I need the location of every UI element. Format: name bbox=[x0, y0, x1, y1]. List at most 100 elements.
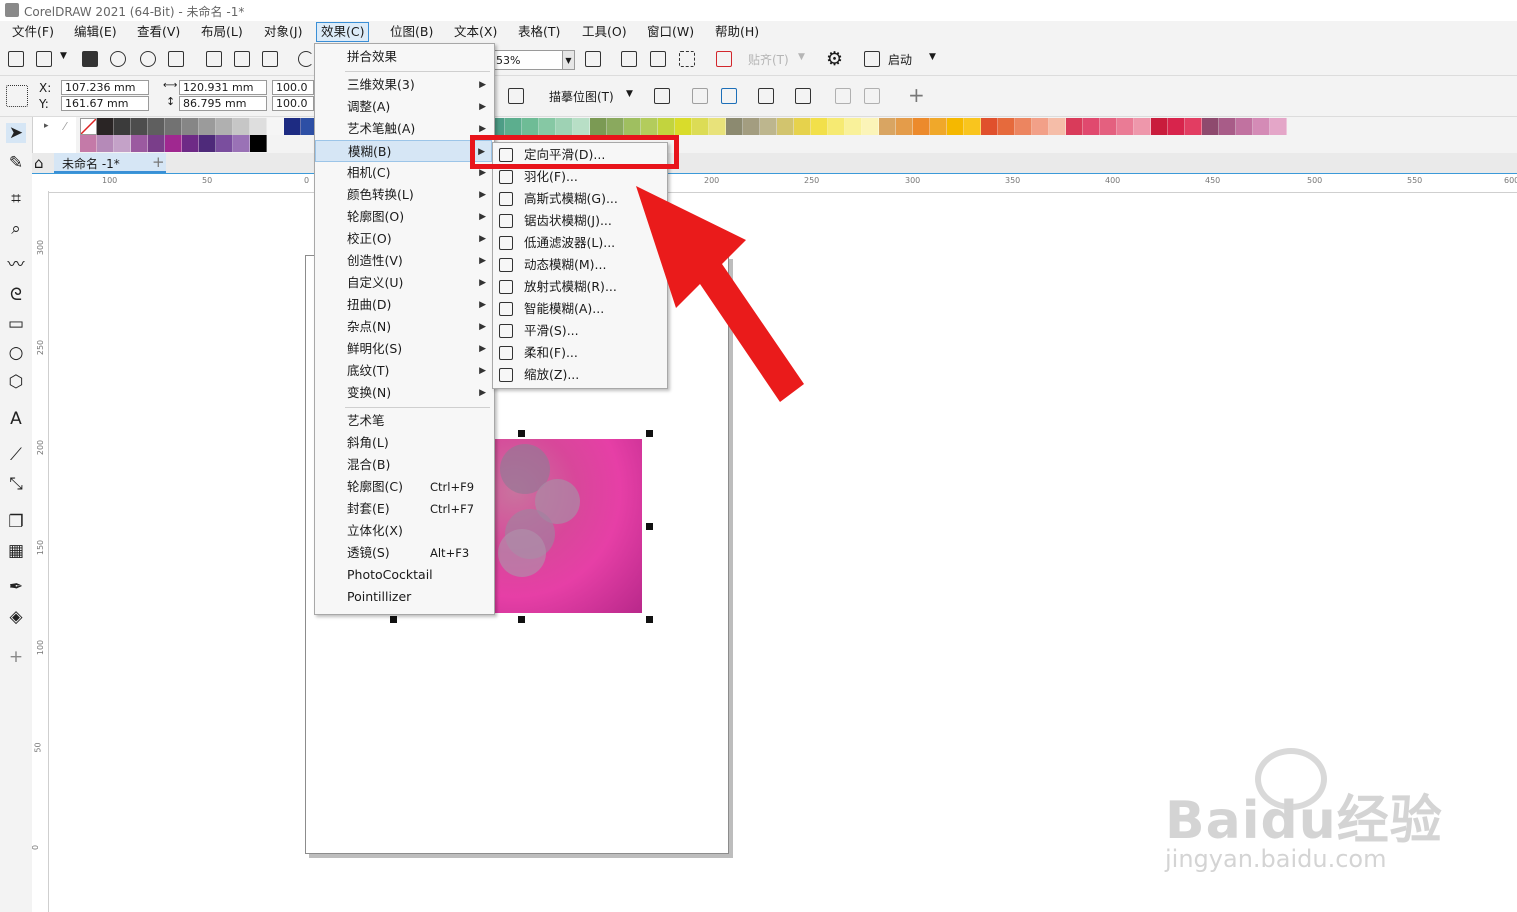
effects-menu-item[interactable]: 相机(C) ▶ bbox=[315, 162, 492, 184]
menu-10[interactable]: 窗口(W) bbox=[647, 23, 694, 41]
color-swatch[interactable] bbox=[1049, 118, 1066, 135]
effects-menu-item[interactable]: 颜色转换(L) ▶ bbox=[315, 184, 492, 206]
color-swatch[interactable] bbox=[828, 118, 845, 135]
color-swatch[interactable] bbox=[896, 118, 913, 135]
effects-menu-item[interactable]: 杂点(N) ▶ bbox=[315, 316, 492, 338]
effects-menu-item[interactable]: 斜角(L) bbox=[315, 432, 492, 454]
color-swatch[interactable] bbox=[981, 118, 998, 135]
layer-down-icon[interactable] bbox=[864, 88, 880, 104]
color-swatch[interactable] bbox=[216, 118, 233, 135]
color-swatch[interactable] bbox=[1032, 118, 1049, 135]
zoom-dropdown-icon[interactable]: ▼ bbox=[562, 50, 575, 70]
add-icon[interactable]: + bbox=[908, 83, 925, 107]
color-swatch[interactable] bbox=[80, 118, 97, 135]
effects-menu-item[interactable]: 混合(B) bbox=[315, 454, 492, 476]
menu-2[interactable]: 查看(V) bbox=[137, 23, 180, 41]
effects-menu-item[interactable]: 艺术笔 bbox=[315, 410, 492, 432]
effects-menu-item[interactable]: 扭曲(D) ▶ bbox=[315, 294, 492, 316]
rectangle-tool-icon[interactable]: ▭ bbox=[6, 314, 26, 334]
snap-dropdown-icon[interactable]: ▼ bbox=[798, 52, 805, 62]
trace-dropdown-icon[interactable]: ▼ bbox=[626, 89, 633, 99]
scale-x-input[interactable]: 100.0 bbox=[272, 80, 314, 95]
snap-off-icon[interactable] bbox=[716, 51, 732, 67]
new-tab-icon[interactable]: + bbox=[152, 153, 165, 171]
color-swatch[interactable] bbox=[233, 118, 250, 135]
launch-button[interactable]: 启动 bbox=[888, 51, 912, 68]
color-swatch[interactable] bbox=[114, 118, 131, 135]
parallel-dimension-icon[interactable]: ⟋ bbox=[6, 445, 26, 465]
menu-1[interactable]: 编辑(E) bbox=[74, 23, 117, 41]
layer-up-icon[interactable] bbox=[835, 88, 851, 104]
zoom-tool-icon[interactable]: ⌕ bbox=[6, 219, 26, 239]
color-swatch[interactable] bbox=[148, 135, 165, 152]
text-tool-icon[interactable]: A bbox=[6, 409, 26, 429]
paste-icon[interactable] bbox=[262, 51, 278, 67]
show-grid-icon[interactable] bbox=[650, 51, 666, 67]
color-swatch[interactable] bbox=[1219, 118, 1236, 135]
color-swatch[interactable] bbox=[97, 135, 114, 152]
color-swatch[interactable] bbox=[1066, 118, 1083, 135]
color-swatch[interactable] bbox=[1236, 118, 1253, 135]
reference-point-icon[interactable] bbox=[6, 85, 28, 107]
transparency-tool-icon[interactable]: ▦ bbox=[6, 541, 26, 561]
color-swatch[interactable] bbox=[590, 118, 607, 135]
palette-scroll-icon[interactable]: ▸ bbox=[44, 121, 49, 131]
effects-menu-item[interactable]: 创造性(V) ▶ bbox=[315, 250, 492, 272]
color-swatch[interactable] bbox=[641, 118, 658, 135]
home-icon[interactable]: ⌂ bbox=[34, 154, 44, 172]
color-swatch[interactable] bbox=[182, 118, 199, 135]
menu-8[interactable]: 表格(T) bbox=[518, 23, 560, 41]
color-swatch[interactable] bbox=[1253, 118, 1270, 135]
show-guidelines-icon[interactable] bbox=[679, 51, 695, 67]
color-swatch[interactable] bbox=[777, 118, 794, 135]
color-swatch[interactable] bbox=[97, 118, 114, 135]
color-swatch[interactable] bbox=[182, 135, 199, 152]
color-swatch[interactable] bbox=[675, 118, 692, 135]
width-input[interactable]: 120.931 mm bbox=[179, 80, 267, 95]
artistic-media-icon[interactable]: ᘓ bbox=[6, 285, 26, 305]
effects-menu-item[interactable]: 透镜(S) Alt+F3 bbox=[315, 542, 492, 564]
selection-handle[interactable] bbox=[390, 616, 397, 623]
color-swatch[interactable] bbox=[505, 118, 522, 135]
snap-to-button[interactable]: 贴齐(T) bbox=[748, 51, 789, 68]
shape-tool-icon[interactable]: ✎ bbox=[6, 153, 26, 173]
cut-icon[interactable] bbox=[206, 51, 222, 67]
effects-menu-item[interactable]: Pointillizer bbox=[315, 586, 492, 608]
height-input[interactable]: 86.795 mm bbox=[179, 96, 267, 111]
color-swatch[interactable] bbox=[709, 118, 726, 135]
color-swatch[interactable] bbox=[947, 118, 964, 135]
x-position-input[interactable]: 107.236 mm bbox=[61, 80, 149, 95]
color-swatch[interactable] bbox=[114, 135, 131, 152]
color-swatch[interactable] bbox=[811, 118, 828, 135]
color-swatch[interactable] bbox=[539, 118, 556, 135]
open-folder-icon[interactable] bbox=[36, 51, 52, 67]
resample-icon[interactable] bbox=[692, 88, 708, 104]
chevron-down-icon[interactable]: ▼ bbox=[60, 51, 67, 61]
full-screen-icon[interactable] bbox=[621, 51, 637, 67]
color-swatch[interactable] bbox=[607, 118, 624, 135]
color-swatch[interactable] bbox=[1117, 118, 1134, 135]
menu-5[interactable]: 效果(C) bbox=[316, 22, 370, 42]
gear-icon[interactable]: ⚙ bbox=[826, 48, 843, 70]
color-swatch[interactable] bbox=[556, 118, 573, 135]
selection-handle[interactable] bbox=[646, 523, 653, 530]
polygon-tool-icon[interactable]: ⬡ bbox=[6, 372, 26, 392]
bitmap-edit-icon[interactable] bbox=[508, 88, 524, 104]
menu-11[interactable]: 帮助(H) bbox=[715, 23, 759, 41]
effects-menu-item[interactable]: PhotoCocktail bbox=[315, 564, 492, 586]
color-swatch[interactable] bbox=[522, 118, 539, 135]
menu-4[interactable]: 对象(J) bbox=[264, 23, 302, 41]
color-swatch[interactable] bbox=[794, 118, 811, 135]
menu-9[interactable]: 工具(O) bbox=[582, 23, 627, 41]
effects-menu-item[interactable]: 艺术笔触(A) ▶ bbox=[315, 118, 492, 140]
effects-menu-item[interactable]: 变换(N) ▶ bbox=[315, 382, 492, 404]
color-swatch[interactable] bbox=[1134, 118, 1151, 135]
effects-menu-item[interactable]: 三维效果(3) ▶ bbox=[315, 74, 492, 96]
color-swatch[interactable] bbox=[165, 118, 182, 135]
freehand-tool-icon[interactable]: 〰 bbox=[6, 255, 26, 275]
eyedropper-icon[interactable]: ✒ bbox=[6, 577, 26, 597]
cloud-download-icon[interactable] bbox=[140, 51, 156, 67]
trace-bitmap-button[interactable]: 描摹位图(T) bbox=[549, 88, 614, 105]
menu-0[interactable]: 文件(F) bbox=[12, 23, 54, 41]
edit-bitmap-icon[interactable] bbox=[758, 88, 774, 104]
